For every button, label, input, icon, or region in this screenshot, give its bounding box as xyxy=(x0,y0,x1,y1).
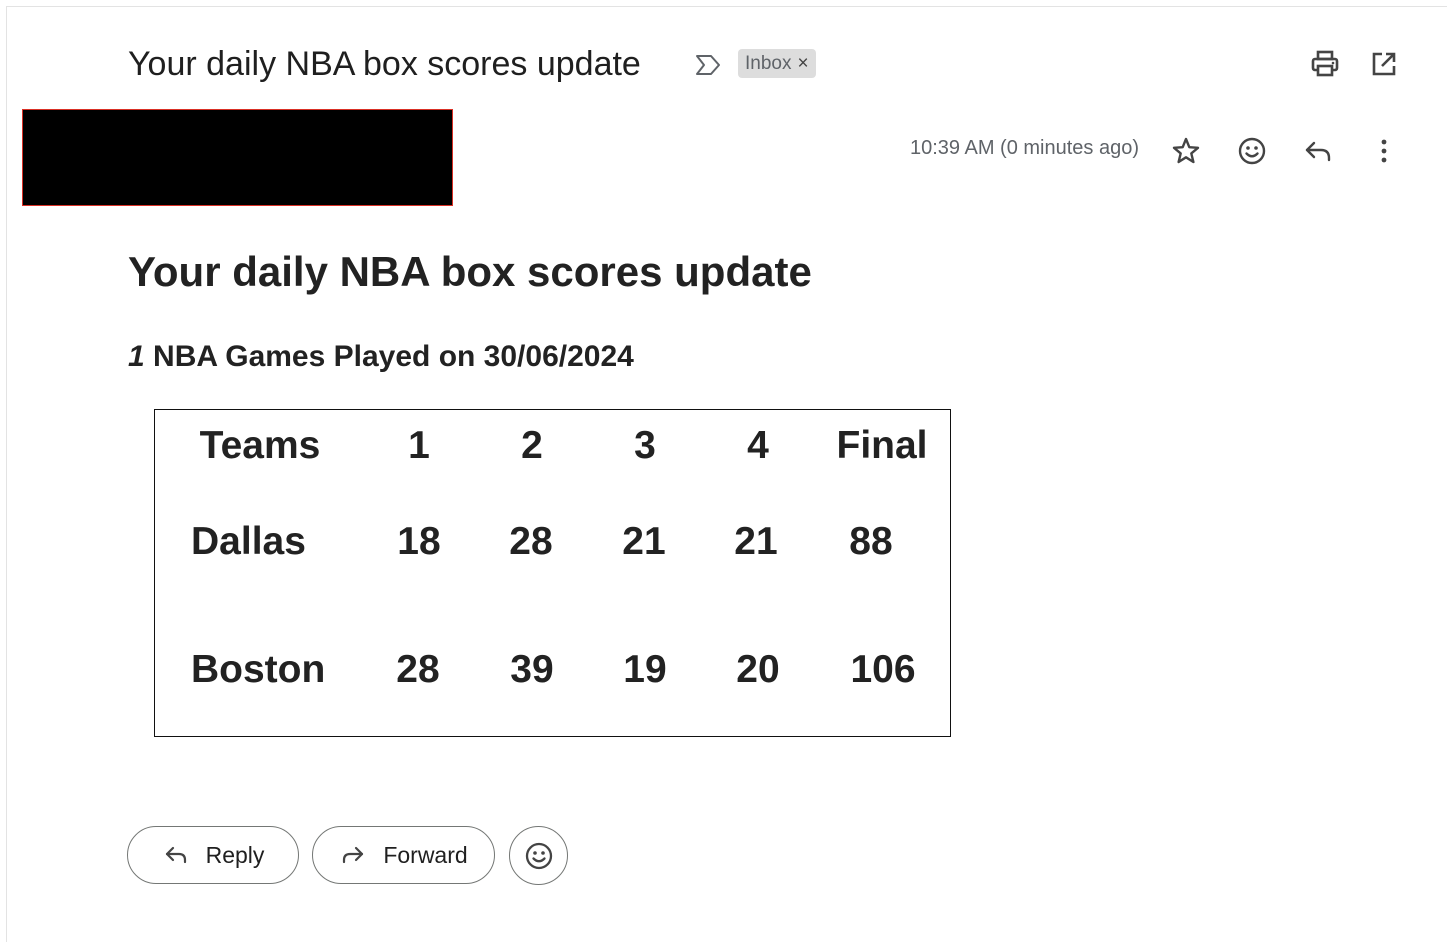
emoji-icon xyxy=(525,842,552,869)
table-cell-dallas-q3: 21 xyxy=(622,520,666,563)
table-row-boston-team: Boston xyxy=(191,648,326,691)
table-cell-dallas-final: 88 xyxy=(849,520,893,563)
forward-button[interactable]: Forward xyxy=(312,826,495,884)
emoji-icon[interactable] xyxy=(1235,134,1269,168)
table-cell-dallas-q4: 21 xyxy=(734,520,778,563)
table-cell-boston-final: 106 xyxy=(850,648,916,691)
table-cell-boston-q2: 39 xyxy=(510,648,554,691)
reply-icon[interactable] xyxy=(1301,134,1335,168)
games-played-line: 1 NBA Games Played on 30/06/2024 xyxy=(128,340,634,374)
importance-marker-icon[interactable] xyxy=(694,52,722,78)
print-icon[interactable] xyxy=(1309,48,1341,80)
inbox-label-text: Inbox xyxy=(745,52,792,74)
table-header-q1: 1 xyxy=(408,424,430,467)
table-row-dallas-team: Dallas xyxy=(191,520,306,563)
box-score-table: Teams 1 2 3 4 Final Dallas 18 28 21 21 8… xyxy=(154,409,951,737)
star-icon[interactable] xyxy=(1169,134,1203,168)
email-timestamp: 10:39 AM (0 minutes ago) xyxy=(910,137,1140,159)
table-header-q2: 2 xyxy=(521,424,543,467)
inbox-label-chip: Inbox × xyxy=(738,49,816,78)
open-in-new-icon[interactable] xyxy=(1368,48,1400,80)
sender-info-redacted xyxy=(22,109,453,206)
forward-icon xyxy=(343,846,364,864)
table-header-q3: 3 xyxy=(634,424,656,467)
more-vert-icon[interactable] xyxy=(1367,134,1401,168)
games-count: 1 xyxy=(128,340,145,373)
forward-button-label: Forward xyxy=(383,841,468,868)
reply-button[interactable]: Reply xyxy=(127,826,299,884)
games-played-text: NBA Games Played on 30/06/2024 xyxy=(144,340,634,373)
emoji-reaction-button[interactable] xyxy=(509,826,568,885)
table-header-q4: 4 xyxy=(747,424,769,467)
email-subject: Your daily NBA box scores update xyxy=(128,45,641,83)
reply-icon xyxy=(165,846,186,864)
reply-button-label: Reply xyxy=(205,841,265,868)
table-cell-dallas-q1: 18 xyxy=(397,520,441,563)
remove-label-icon[interactable]: × xyxy=(797,54,808,73)
table-cell-boston-q3: 19 xyxy=(623,648,667,691)
message-heading: Your daily NBA box scores update xyxy=(128,248,812,295)
table-header-final: Final xyxy=(836,424,928,467)
table-cell-boston-q4: 20 xyxy=(736,648,780,691)
table-cell-dallas-q2: 28 xyxy=(509,520,553,563)
table-header-teams: Teams xyxy=(199,424,321,467)
table-cell-boston-q1: 28 xyxy=(396,648,440,691)
